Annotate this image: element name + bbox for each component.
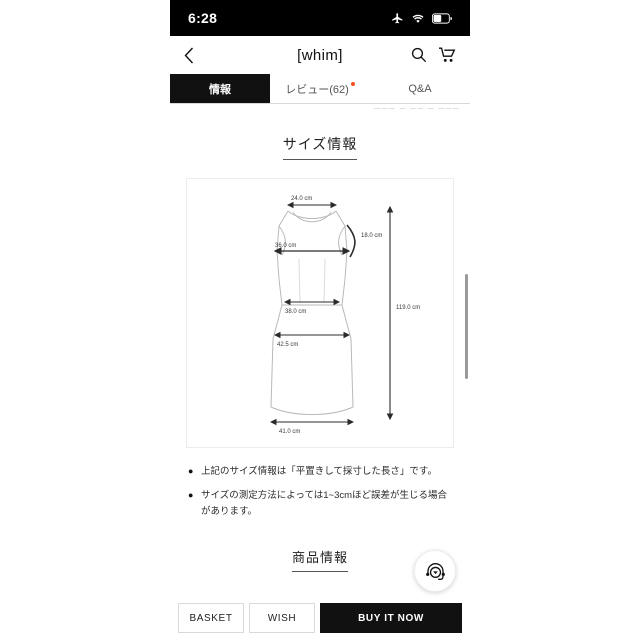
status-icon-group <box>391 12 452 25</box>
new-review-badge-dot <box>350 81 355 86</box>
tab-information[interactable]: 情報 <box>170 74 270 103</box>
headset-support-icon <box>425 562 445 580</box>
nav-actions <box>411 47 456 63</box>
vertical-scrollbar[interactable] <box>465 274 468 379</box>
left-letterbox <box>0 0 170 640</box>
svg-text:41.0 cm: 41.0 cm <box>279 429 300 435</box>
size-diagram-frame: 24.0 cm 18.0 cm 36.0 cm 38.0 cm 42.5 cm … <box>186 178 454 448</box>
bullet-marker: ● <box>188 466 194 476</box>
buy-it-now-button[interactable]: BUY IT NOW <box>320 603 462 633</box>
status-bar: 6:28 <box>170 0 470 36</box>
right-letterbox <box>470 0 640 640</box>
scrolled-content-sliver: ㅡㅡㅡ ㅡ ㅡㅡ ㅡ ㅡㅡㅡ <box>374 106 461 113</box>
customer-support-button[interactable] <box>414 550 456 592</box>
bottom-action-bar: BASKET WISH BUY IT NOW <box>170 603 470 633</box>
dress-size-diagram: 24.0 cm 18.0 cm 36.0 cm 38.0 cm 42.5 cm … <box>269 196 420 435</box>
status-clock: 6:28 <box>188 10 218 26</box>
svg-text:24.0 cm: 24.0 cm <box>291 196 312 202</box>
wifi-icon <box>411 13 425 24</box>
wish-button[interactable]: WISH <box>249 603 315 633</box>
shopping-cart-icon <box>439 47 456 62</box>
size-info-heading: サイズ情報 <box>170 134 470 160</box>
tab-reviews[interactable]: レビュー(62) <box>270 74 370 103</box>
home-indicator-area <box>170 633 470 640</box>
airplane-mode-icon <box>391 12 404 25</box>
chevron-left-icon <box>184 47 194 63</box>
svg-text:119.0 cm: 119.0 cm <box>396 305 420 311</box>
tab-reviews-label: レビュー(62) <box>285 83 349 96</box>
tab-qna[interactable]: Q&A <box>370 74 470 103</box>
size-info-heading-label: サイズ情報 <box>282 134 358 160</box>
size-notes: ● 上記のサイズ情報は「平置きして採寸した長さ」です。 ● サイズの測定方法によ… <box>188 464 452 521</box>
navigation-bar: [whim] <box>170 36 470 74</box>
svg-text:18.0 cm: 18.0 cm <box>361 233 382 239</box>
size-note-item: ● 上記のサイズ情報は「平置きして採寸した長さ」です。 <box>188 464 452 481</box>
size-note-text: サイズの測定方法によっては1~3cmほど誤差が生じる場合があります。 <box>201 489 448 518</box>
search-icon <box>411 47 427 63</box>
cart-button[interactable] <box>439 47 456 63</box>
battery-icon <box>432 12 452 24</box>
svg-text:38.0 cm: 38.0 cm <box>285 309 306 315</box>
size-note-text: 上記のサイズ情報は「平置きして採寸した長さ」です。 <box>201 466 437 477</box>
tab-bar: 情報 レビュー(62) Q&A ㅡㅡㅡ ㅡ ㅡㅡ ㅡ ㅡㅡㅡ <box>170 74 470 113</box>
tab-qna-label: Q&A <box>408 82 432 95</box>
basket-button[interactable]: BASKET <box>178 603 244 633</box>
back-button[interactable] <box>184 42 206 68</box>
svg-text:42.5 cm: 42.5 cm <box>277 342 298 348</box>
tab-information-label: 情報 <box>209 83 231 96</box>
phone-screen: 6:28 [whim] 情報 レビュー(62) Q&A ㅡㅡㅡ ㅡ ㅡㅡ ㅡ ㅡ… <box>170 0 470 640</box>
size-note-item: ● サイズの測定方法によっては1~3cmほど誤差が生じる場合があります。 <box>188 488 452 521</box>
bullet-marker: ● <box>188 489 194 500</box>
product-info-heading-label: 商品情報 <box>291 547 348 572</box>
search-button[interactable] <box>411 47 427 63</box>
svg-text:36.0 cm: 36.0 cm <box>275 243 296 249</box>
content-area: サイズ情報 24.0 cm 18.0 cm 36.0 cm 38.0 cm 42… <box>170 134 470 640</box>
